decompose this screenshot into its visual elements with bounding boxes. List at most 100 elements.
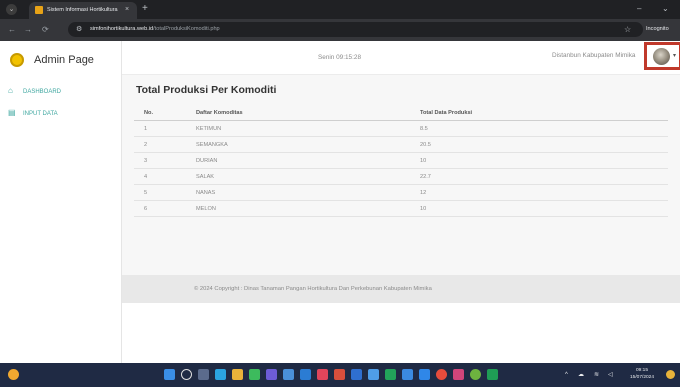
page-blank-area [122,303,680,363]
production-total: 20.5 [420,142,431,148]
commodity-name: DURIAN [196,158,218,164]
new-tab-icon[interactable]: + [142,3,148,15]
task-view-icon[interactable] [198,369,209,380]
production-total: 10 [420,206,427,212]
production-total: 12 [420,190,427,196]
reload-icon[interactable]: ⟳ [42,24,49,35]
edge-icon[interactable] [215,369,226,380]
footer: © 2024 Copyright : Dinas Tanaman Pangan … [122,275,680,303]
copyright-text: © 2024 Copyright : Dinas Tanaman Pangan … [194,286,432,292]
app-icon[interactable] [317,369,328,380]
sidebar-item-input-data[interactable]: ▤ INPUT DATA [8,107,58,119]
bookmark-star-icon[interactable]: ☆ [624,24,631,35]
commodity-name: SEMANGKA [196,142,228,148]
back-icon[interactable]: ← [8,24,16,35]
app-icon[interactable] [283,369,294,380]
row-number: 6 [144,206,148,212]
brand-logo-icon [10,53,24,67]
table-header-row: No. Daftar Komoditas Total Data Produksi [134,105,668,121]
app-icon[interactable] [266,369,277,380]
app-icon[interactable] [470,369,481,380]
commodity-name: MELON [196,206,216,212]
sidebar-item-dashboard[interactable]: ⌂ DASHBOARD [8,85,61,97]
row-number: 4 [144,174,148,180]
browser-tab[interactable]: Sistem Informasi Hortikultura × [29,2,137,19]
row-number: 1 [144,126,148,132]
app-icon[interactable] [334,369,345,380]
column-header: Total Data Produksi [420,110,473,116]
site-info-icon[interactable]: ⚙ [76,24,82,35]
table-row: 2 SEMANGKA 20.5 [134,137,668,153]
app-icon[interactable] [385,369,396,380]
avatar[interactable] [653,48,670,65]
column-header: Daftar Komoditas [196,110,243,116]
notification-icon[interactable] [666,370,675,379]
home-icon: ⌂ [8,86,13,95]
app-icon[interactable] [453,369,464,380]
table-row: 6 MELON 10 [134,201,668,217]
app-icon[interactable] [487,369,498,380]
browser-toolbar: ← → ⟳ ⚙ simfonihortikultura.web.id/total… [0,19,680,41]
top-header: Senin 09:15:28 Distanbun Kabupaten Mimik… [122,41,680,75]
page-title: Total Produksi Per Komoditi [136,84,277,96]
organization-name: Distanbun Kabupaten Mimika [552,52,636,59]
table-row: 5 NANAS 12 [134,185,668,201]
table-row: 4 SALAK 22.7 [134,169,668,185]
table-row: 1 KETIMUN 8.5 [134,121,668,137]
commodity-name: SALAK [196,174,215,180]
volume-icon[interactable]: ◁ [608,370,613,380]
taskbar: ^ ☁ ≋ ◁ 09:15 15/07/2024 [0,363,680,387]
tab-close-icon[interactable]: × [125,5,129,15]
chevron-down-icon[interactable]: ▾ [673,51,676,61]
url-path: /totalProduksiKomoditi.php [153,26,220,32]
address-bar[interactable]: ⚙ simfonihortikultura.web.id/totalProduk… [68,22,643,37]
app-icon[interactable] [368,369,379,380]
app-icon[interactable] [402,369,413,380]
row-number: 2 [144,142,148,148]
row-number: 5 [144,190,148,196]
app-icon[interactable] [300,369,311,380]
table-icon: ▤ [8,108,16,117]
sidebar-item-label: INPUT DATA [23,111,58,117]
user-menu[interactable]: ▾ [644,42,680,70]
store-icon[interactable] [249,369,260,380]
table-row: 3 DURIAN 10 [134,153,668,169]
incognito-label[interactable]: Incognito [646,24,669,35]
date-time: Senin 09:15:28 [318,54,361,61]
file-explorer-icon[interactable] [232,369,243,380]
url-text[interactable]: simfonihortikultura.web.id/totalProduksi… [90,24,220,35]
production-total: 22.7 [420,174,431,180]
sidebar-item-label: DASHBOARD [23,89,62,95]
minimize-icon[interactable]: – [637,4,641,14]
clock-date: 15/07/2024 [630,375,655,380]
network-icon[interactable]: ☁ [578,370,584,380]
url-host: simfonihortikultura.web.id [90,26,154,32]
sidebar: Admin Page ⌂ DASHBOARD ▤ INPUT DATA [0,41,122,363]
search-icon[interactable] [181,369,192,380]
forward-icon[interactable]: → [24,24,32,35]
window-menu-icon[interactable]: ⌄ [662,4,669,14]
column-header: No. [144,110,154,116]
production-table: No. Daftar Komoditas Total Data Produksi… [134,105,668,217]
system-clock[interactable]: 09:15 15/07/2024 [630,367,654,381]
production-total: 8.5 [420,126,428,132]
tray-chevron-icon[interactable]: ^ [565,370,568,380]
app-icon[interactable] [419,369,430,380]
wifi-icon[interactable]: ≋ [594,370,599,380]
app-icon[interactable] [351,369,362,380]
commodity-name: NANAS [196,190,216,196]
clock-time: 09:15 [636,368,649,373]
row-number: 3 [144,158,148,164]
tab-title: Sistem Informasi Hortikultura [47,7,118,13]
main-content: Total Produksi Per Komoditi No. Daftar K… [122,75,680,275]
chrome-icon[interactable] [436,369,447,380]
site-favicon-icon [35,6,43,14]
brand[interactable]: Admin Page [0,41,122,77]
browser-tab-strip: ⌄ Sistem Informasi Hortikultura × + – ⌄ [0,0,680,19]
start-icon[interactable] [164,369,175,380]
production-total: 10 [420,158,427,164]
brand-title: Admin Page [34,54,94,66]
weather-icon[interactable] [8,369,19,380]
tab-search-icon[interactable]: ⌄ [6,4,17,15]
commodity-name: KETIMUN [196,126,222,132]
